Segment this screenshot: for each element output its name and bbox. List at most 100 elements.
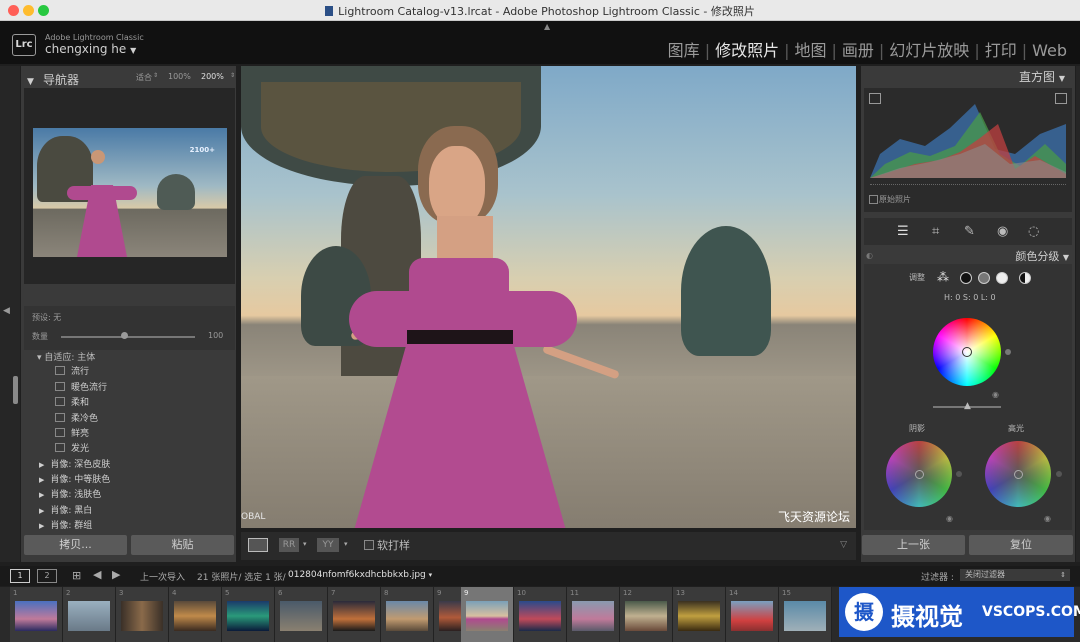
midtones-luminance-thumb[interactable]: ▲ bbox=[964, 401, 971, 411]
preset-group[interactable]: ▶ 肖像: 中等肤色 bbox=[39, 472, 110, 485]
filmstrip-thumb[interactable]: 2 bbox=[63, 587, 116, 642]
main-photo[interactable]: OBAL 飞天资源论坛 bbox=[241, 66, 856, 528]
module-web[interactable]: Web bbox=[1031, 41, 1068, 60]
softproof-checkbox[interactable] bbox=[364, 540, 374, 550]
filmstrip-thumb[interactable]: 10 bbox=[514, 587, 567, 642]
preset-item[interactable]: 柔冷色 bbox=[55, 411, 98, 424]
camera-logo-icon: 摄 bbox=[845, 593, 883, 631]
filmstrip-thumb[interactable]: 7 bbox=[328, 587, 381, 642]
crop-icon[interactable]: ⌗ bbox=[932, 224, 939, 239]
preset-item[interactable]: 流行 bbox=[55, 364, 89, 377]
color-grading-header[interactable]: 颜色分级 ▼ bbox=[1015, 248, 1069, 264]
zoom-fit[interactable]: 适合 bbox=[136, 72, 152, 83]
highlights-view-icon[interactable] bbox=[996, 272, 1008, 284]
triangle-right-icon: ▶ bbox=[39, 522, 45, 530]
before-after-caret-icon[interactable]: ▾ bbox=[303, 540, 307, 548]
highlights-color-wheel[interactable] bbox=[985, 441, 1051, 507]
preset-group[interactable]: ▶ 肖像: 深色皮肤 bbox=[39, 457, 110, 470]
histogram[interactable]: 原始照片 bbox=[864, 88, 1072, 212]
preset-item[interactable]: 发光 bbox=[55, 441, 89, 454]
midtones-color-wheel[interactable] bbox=[933, 318, 1001, 386]
loupe-view-icon[interactable] bbox=[248, 538, 268, 552]
preset-group-adaptive-subject[interactable]: ▾ 自适应: 主体 bbox=[37, 351, 95, 363]
highlights-saturation-dot[interactable] bbox=[1056, 471, 1062, 477]
copy-button[interactable]: 拷贝... bbox=[24, 535, 127, 555]
zoom-100[interactable]: 100% bbox=[168, 72, 191, 81]
photo-count: 21 张照片/ 选定 1 张/ bbox=[197, 573, 286, 583]
top-panel-toggle-icon[interactable]: ▲ bbox=[544, 22, 550, 31]
reset-button[interactable]: 复位 bbox=[969, 535, 1073, 555]
heal-icon[interactable]: ✎ bbox=[964, 224, 975, 239]
filmstrip-thumb[interactable]: 15 bbox=[779, 587, 832, 642]
filmstrip-thumb[interactable]: 14 bbox=[726, 587, 779, 642]
filmstrip-thumb[interactable]: 5 bbox=[222, 587, 275, 642]
source-label[interactable]: 上一次导入 bbox=[140, 570, 185, 583]
preset-group[interactable]: ▶ 肖像: 群组 bbox=[39, 518, 92, 531]
module-develop[interactable]: 修改照片 bbox=[714, 41, 780, 60]
shadows-color-wheel[interactable] bbox=[886, 441, 952, 507]
preset-item[interactable]: 柔和 bbox=[55, 395, 89, 408]
amount-slider-thumb[interactable] bbox=[121, 332, 128, 339]
filmstrip-thumb-selected[interactable]: 9 bbox=[461, 587, 514, 642]
three-way-view-icon[interactable]: ⁂ bbox=[937, 270, 949, 284]
filmstrip-thumb[interactable]: 13 bbox=[673, 587, 726, 642]
global-view-icon[interactable] bbox=[1019, 272, 1031, 284]
amount-slider-track[interactable] bbox=[61, 336, 195, 338]
original-photo-label: 原始照片 bbox=[879, 195, 911, 204]
before-after-swap-icon[interactable]: YY bbox=[317, 538, 339, 552]
visibility-eye-icon[interactable]: ◉ bbox=[1044, 514, 1051, 523]
before-after-swap-caret-icon[interactable]: ▾ bbox=[344, 540, 348, 548]
masking-icon[interactable]: ◌ bbox=[1028, 224, 1039, 239]
user-menu[interactable]: chengxing he ▼ bbox=[45, 42, 136, 56]
filmstrip-thumb[interactable]: 11 bbox=[567, 587, 620, 642]
wheel-center-handle[interactable] bbox=[915, 470, 924, 479]
before-after-view-icon[interactable]: RR bbox=[279, 538, 299, 552]
filmstrip-thumb[interactable]: 8 bbox=[381, 587, 434, 642]
module-book[interactable]: 画册 bbox=[841, 41, 875, 60]
badge-domain: VSCOPS.COM bbox=[982, 604, 1080, 620]
wheel-center-handle[interactable] bbox=[962, 347, 972, 357]
panel-switch-icon[interactable]: ◐ bbox=[866, 251, 873, 260]
filmstrip-thumb[interactable]: 4 bbox=[169, 587, 222, 642]
original-photo-checkbox[interactable] bbox=[869, 195, 878, 204]
visibility-eye-icon[interactable]: ◉ bbox=[992, 390, 999, 399]
toolbar-menu-icon[interactable]: ▽ bbox=[840, 540, 847, 550]
zoom-200[interactable]: 200% bbox=[201, 72, 224, 81]
secondary-window-button[interactable]: 2 bbox=[37, 569, 57, 583]
midtones-view-icon[interactable] bbox=[978, 272, 990, 284]
filmstrip-thumb[interactable]: 1 bbox=[10, 587, 63, 642]
amount-value: 100 bbox=[208, 331, 224, 340]
shadows-saturation-dot[interactable] bbox=[956, 471, 962, 477]
preset-item[interactable]: 暖色流行 bbox=[55, 380, 107, 393]
previous-button[interactable]: 上一张 bbox=[862, 535, 965, 555]
histogram-title[interactable]: 直方图 ▼ bbox=[1019, 68, 1065, 85]
current-filename[interactable]: 012804nfomf6kxdhcbbkxb.jpg ▾ bbox=[288, 570, 432, 580]
identity-plate: Lrc Adobe Lightroom Classic chengxing he… bbox=[0, 21, 1080, 64]
filmstrip-thumb[interactable]: 3 bbox=[116, 587, 169, 642]
preset-item[interactable]: 鲜亮 bbox=[55, 426, 89, 439]
red-eye-icon[interactable]: ◉ bbox=[997, 224, 1008, 239]
shadows-view-icon[interactable] bbox=[960, 272, 972, 284]
module-slideshow[interactable]: 幻灯片放映 bbox=[888, 41, 970, 60]
module-map[interactable]: 地图 bbox=[793, 41, 827, 60]
navigator-preview[interactable]: 2100+ bbox=[33, 128, 227, 257]
preset-group[interactable]: ▶ 肖像: 黑白 bbox=[39, 503, 92, 516]
filmstrip-thumb[interactable]: 6 bbox=[275, 587, 328, 642]
navigator-header[interactable]: ▼ 导航器 适合 ⇕ 100% 200% ⇕ bbox=[27, 69, 235, 87]
module-library[interactable]: 图库 bbox=[667, 41, 701, 60]
module-print[interactable]: 打印 bbox=[984, 41, 1018, 60]
primary-window-button[interactable]: 1 bbox=[10, 569, 30, 583]
wheel-center-handle[interactable] bbox=[1014, 470, 1023, 479]
left-panel-scrollbar[interactable] bbox=[13, 376, 18, 404]
filter-select[interactable]: 关闭过滤器 ⇕ bbox=[960, 569, 1070, 581]
visibility-eye-icon[interactable]: ◉ bbox=[946, 514, 953, 523]
preset-group[interactable]: ▶ 肖像: 浅肤色 bbox=[39, 487, 101, 500]
grid-view-icon[interactable]: ⊞ bbox=[72, 569, 81, 582]
forward-arrow-icon[interactable]: ▶ bbox=[112, 568, 120, 581]
left-panel-toggle-icon[interactable]: ◀ bbox=[3, 306, 10, 316]
paste-button[interactable]: 粘贴 bbox=[131, 535, 234, 555]
midtones-saturation-dot[interactable] bbox=[1005, 349, 1011, 355]
edit-sliders-icon[interactable]: ☰ bbox=[897, 224, 909, 239]
back-arrow-icon[interactable]: ◀ bbox=[93, 568, 101, 581]
filmstrip-thumb[interactable]: 12 bbox=[620, 587, 673, 642]
